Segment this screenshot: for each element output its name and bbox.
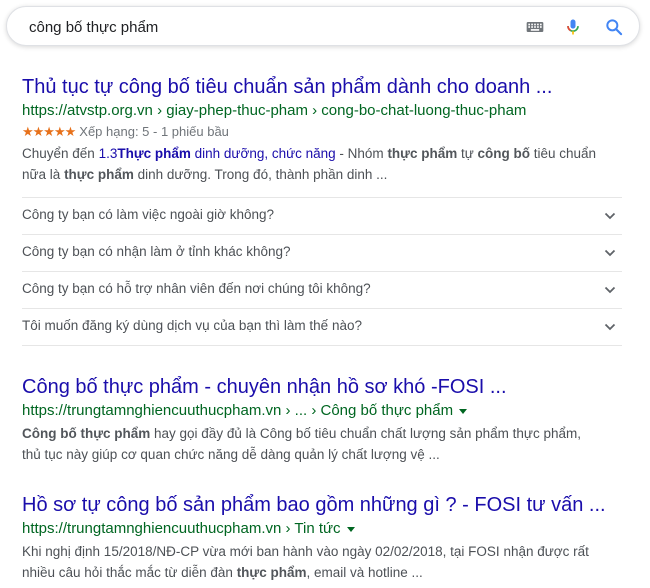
- snippet-bold: thực phẩm: [64, 167, 134, 182]
- result-title-link[interactable]: Thủ tục tự công bố tiêu chuẩn sản phẩm d…: [22, 74, 632, 100]
- search-result: Hồ sơ tự công bố sản phẩm bao gồm những …: [22, 492, 632, 583]
- snippet-line: nữa là thực phẩm dinh dưỡng. Trong đó, t…: [22, 164, 632, 185]
- result-title-link[interactable]: Công bố thực phẩm - chuyên nhận hồ sơ kh…: [22, 374, 632, 400]
- jump-link[interactable]: 1.3: [99, 146, 118, 161]
- snippet-line: thủ tục này giúp cơ quan chức năng dễ dà…: [22, 444, 632, 465]
- snippet-bold: Công bố thực phẩm: [22, 426, 151, 441]
- snippet-bold: công bố: [477, 146, 531, 161]
- keyboard-icon[interactable]: [525, 17, 545, 37]
- snippet-text: Chuyển đến: [22, 146, 99, 161]
- snippet-text: nhiều câu hỏi thắc mắc từ diễn đàn: [22, 565, 237, 580]
- search-icon[interactable]: [604, 17, 624, 37]
- snippet-text: nữa là: [22, 167, 65, 182]
- result-url[interactable]: https://trungtamnghiencuuthucpham.vn › T…: [22, 519, 632, 539]
- faq-item[interactable]: Công ty bạn có làm việc ngoài giờ không?: [22, 197, 622, 234]
- search-result: Công bố thực phẩm - chuyên nhận hồ sơ kh…: [22, 374, 632, 465]
- chevron-down-icon: [604, 249, 616, 257]
- faq-item[interactable]: Công ty bạn có nhận làm ở tỉnh khác khôn…: [22, 234, 622, 271]
- snippet-text: tự: [457, 146, 478, 161]
- snippet-line: nhiều câu hỏi thắc mắc từ diễn đàn thực …: [22, 562, 632, 583]
- snippet-line: Chuyển đến 1.3Thực phẩm dinh dưỡng, chức…: [22, 143, 632, 164]
- search-bar: [6, 6, 640, 46]
- faq-question: Tôi muốn đăng ký dùng dịch vụ của bạn th…: [22, 318, 362, 333]
- snippet-text: hay gọi đầy đủ là Công bố tiêu chuẩn chấ…: [150, 426, 581, 441]
- snippet-bold: thực phẩm: [387, 146, 458, 161]
- search-input[interactable]: [29, 16, 499, 38]
- snippet-text: thủ tục này giúp cơ quan chức năng dễ dà…: [22, 447, 440, 462]
- snippet-bold: thực phẩm: [236, 565, 307, 580]
- snippet-text: tiêu chuẩn: [530, 146, 597, 161]
- faq-divider: [22, 345, 622, 346]
- faq-item[interactable]: Tôi muốn đăng ký dùng dịch vụ của bạn th…: [22, 308, 622, 345]
- snippet-line: Công bố thực phẩm hay gọi đầy đủ là Công…: [22, 423, 632, 444]
- result-url[interactable]: https://atvstp.org.vn › giay-phep-thuc-p…: [22, 101, 632, 121]
- snippet-text: dinh dưỡng. Trong đó, thành phần dinh ..…: [133, 167, 388, 182]
- snippet-line: Khi nghị định 15/2018/NĐ-CP vừa mới ban …: [22, 541, 632, 562]
- result-snippet: Khi nghị định 15/2018/NĐ-CP vừa mới ban …: [22, 541, 632, 583]
- snippet-text: - Nhóm: [335, 146, 388, 161]
- faq-question: Công ty bạn có hỗ trợ nhân viên đến nơi …: [22, 281, 371, 296]
- faq-question: Công ty bạn có nhận làm ở tỉnh khác khôn…: [22, 244, 291, 259]
- faq-item[interactable]: Công ty bạn có hỗ trợ nhân viên đến nơi …: [22, 271, 622, 308]
- snippet-text: , email và hotline ...: [306, 565, 423, 580]
- result-title-link[interactable]: Hồ sơ tự công bố sản phẩm bao gồm những …: [22, 492, 632, 518]
- result-url-text[interactable]: https://trungtamnghiencuuthucpham.vn › T…: [22, 520, 341, 537]
- result-snippet: Công bố thực phẩm hay gọi đầy đủ là Công…: [22, 423, 632, 465]
- jump-link-tail[interactable]: dinh dưỡng, chức năng: [191, 146, 336, 161]
- result-snippet: Chuyển đến 1.3Thực phẩm dinh dưỡng, chức…: [22, 143, 632, 185]
- snippet-text: Khi nghị định 15/2018/NĐ-CP vừa mới ban …: [22, 544, 589, 559]
- dropdown-caret-icon[interactable]: [459, 408, 468, 414]
- rating-text: Xếp hạng: 5 - 1 phiếu bầu: [79, 124, 229, 139]
- chevron-down-icon: [604, 212, 616, 220]
- dropdown-caret-icon[interactable]: [346, 526, 355, 532]
- chevron-down-icon: [604, 286, 616, 294]
- faq-question: Công ty bạn có làm việc ngoài giờ không?: [22, 207, 275, 222]
- rating-stars: ★★★★★: [22, 124, 76, 139]
- result-url-text[interactable]: https://trungtamnghiencuuthucpham.vn › .…: [22, 402, 453, 419]
- result-rating: ★★★★★ Xếp hạng: 5 - 1 phiếu bầu: [22, 123, 632, 141]
- jump-link-bold[interactable]: Thực phẩm: [117, 146, 191, 161]
- microphone-icon[interactable]: [563, 17, 583, 37]
- search-result: Thủ tục tự công bố tiêu chuẩn sản phẩm d…: [22, 74, 632, 185]
- result-url[interactable]: https://trungtamnghiencuuthucpham.vn › .…: [22, 401, 632, 421]
- chevron-down-icon: [604, 323, 616, 331]
